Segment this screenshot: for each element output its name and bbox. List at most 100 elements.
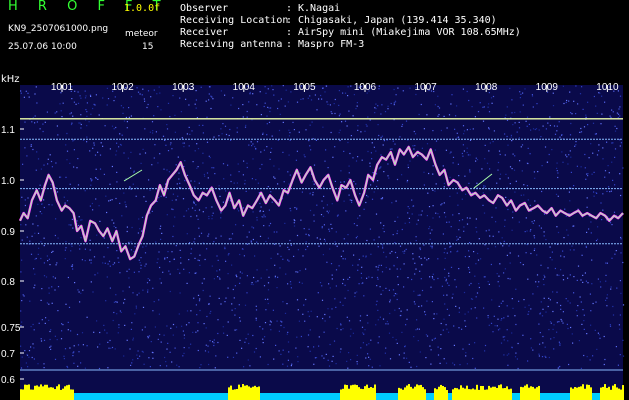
noise-dot bbox=[288, 135, 290, 137]
noise-dot bbox=[376, 285, 378, 287]
noise-dot bbox=[31, 235, 33, 237]
noise-dot bbox=[196, 167, 198, 169]
noise-dot bbox=[383, 231, 385, 233]
noise-dot bbox=[92, 209, 94, 211]
noise-dot bbox=[569, 150, 571, 152]
noise-dot bbox=[80, 123, 82, 126]
noise-dot bbox=[451, 297, 453, 299]
noise-dot bbox=[267, 237, 269, 239]
level-bar bbox=[620, 389, 622, 400]
noise-dot bbox=[50, 345, 52, 347]
noise-dot bbox=[478, 238, 480, 240]
noise-dot bbox=[448, 272, 450, 274]
level-bar bbox=[402, 389, 404, 400]
noise-dot bbox=[285, 273, 287, 275]
noise-dot bbox=[280, 324, 282, 327]
noise-dot bbox=[522, 334, 524, 336]
noise-dot bbox=[180, 111, 182, 113]
noise-dot bbox=[478, 283, 480, 285]
noise-dot bbox=[521, 144, 524, 146]
noise-dot bbox=[488, 127, 490, 129]
level-bar bbox=[414, 386, 416, 400]
noise-dot bbox=[622, 261, 624, 264]
level-bar bbox=[234, 389, 236, 400]
noise-dot bbox=[507, 277, 509, 280]
noise-dot bbox=[278, 350, 280, 352]
noise-dot bbox=[35, 215, 37, 217]
noise-dot bbox=[266, 115, 268, 117]
spectrogram-chart: 1001 1002 1003 1004 1005 1006 1007 1008 1009 1010… bbox=[1, 82, 625, 400]
noise-dot bbox=[214, 367, 216, 369]
noise-dot bbox=[397, 284, 399, 286]
noise-dot bbox=[371, 366, 373, 368]
noise-dot bbox=[352, 157, 354, 159]
noise-dot bbox=[321, 285, 323, 287]
noise-dot bbox=[268, 225, 270, 227]
mode-label: meteor bbox=[125, 29, 158, 39]
noise-dot bbox=[573, 100, 575, 102]
noise-dot bbox=[136, 87, 138, 89]
noise-dot bbox=[520, 146, 522, 148]
noise-dot bbox=[575, 141, 577, 143]
noise-dot bbox=[465, 193, 467, 195]
noise-dot bbox=[262, 342, 264, 344]
noise-dot bbox=[405, 120, 408, 122]
noise-dot bbox=[286, 333, 288, 335]
noise-dot bbox=[604, 176, 606, 178]
noise-dot bbox=[595, 105, 597, 107]
noise-dot bbox=[469, 128, 471, 130]
noise-dot bbox=[97, 272, 99, 274]
level-bar bbox=[440, 384, 442, 400]
noise-dot bbox=[433, 313, 435, 315]
level-bar bbox=[506, 386, 508, 400]
noise-dot bbox=[222, 123, 224, 125]
noise-dot bbox=[602, 147, 604, 149]
noise-dot bbox=[530, 252, 532, 255]
noise-dot bbox=[268, 121, 271, 123]
noise-dot bbox=[79, 248, 81, 250]
noise-dot bbox=[225, 133, 228, 136]
level-bar bbox=[340, 389, 342, 400]
noise-dot bbox=[305, 129, 307, 131]
noise-dot bbox=[203, 173, 205, 176]
noise-dot bbox=[178, 313, 180, 315]
level-bar bbox=[480, 385, 482, 400]
level-bar bbox=[46, 384, 48, 400]
noise-dot bbox=[127, 157, 129, 159]
noise-dot bbox=[138, 218, 140, 220]
noise-dot bbox=[452, 162, 454, 164]
noise-dot bbox=[537, 171, 539, 173]
noise-dot bbox=[43, 367, 45, 369]
noise-dot bbox=[502, 300, 504, 302]
noise-dot bbox=[175, 164, 177, 166]
noise-dot bbox=[67, 276, 69, 279]
noise-dot bbox=[482, 204, 484, 206]
noise-dot bbox=[559, 343, 561, 345]
noise-dot bbox=[505, 114, 507, 116]
noise-dot bbox=[571, 245, 573, 247]
noise-dot bbox=[548, 297, 550, 299]
noise-dot bbox=[183, 142, 185, 144]
noise-dot bbox=[369, 228, 371, 230]
noise-dot bbox=[434, 104, 436, 106]
noise-dot bbox=[179, 187, 181, 189]
antenna-label: Receiving antenna bbox=[180, 39, 283, 50]
noise-dot bbox=[322, 207, 325, 209]
noise-dot bbox=[279, 267, 281, 269]
noise-dot bbox=[442, 233, 444, 235]
level-bar bbox=[600, 387, 602, 400]
noise-dot bbox=[431, 229, 433, 231]
noise-dot bbox=[252, 238, 254, 241]
noise-dot bbox=[51, 204, 53, 206]
noise-dot bbox=[211, 218, 213, 220]
noise-dot bbox=[539, 332, 541, 334]
noise-dot bbox=[291, 363, 293, 365]
noise-dot bbox=[89, 94, 92, 96]
noise-dot bbox=[287, 171, 289, 173]
noise-dot bbox=[440, 129, 442, 132]
noise-dot bbox=[266, 146, 268, 148]
noise-dot bbox=[472, 128, 474, 130]
noise-dot bbox=[339, 139, 341, 142]
noise-dot bbox=[382, 318, 385, 320]
noise-dot bbox=[157, 338, 159, 340]
